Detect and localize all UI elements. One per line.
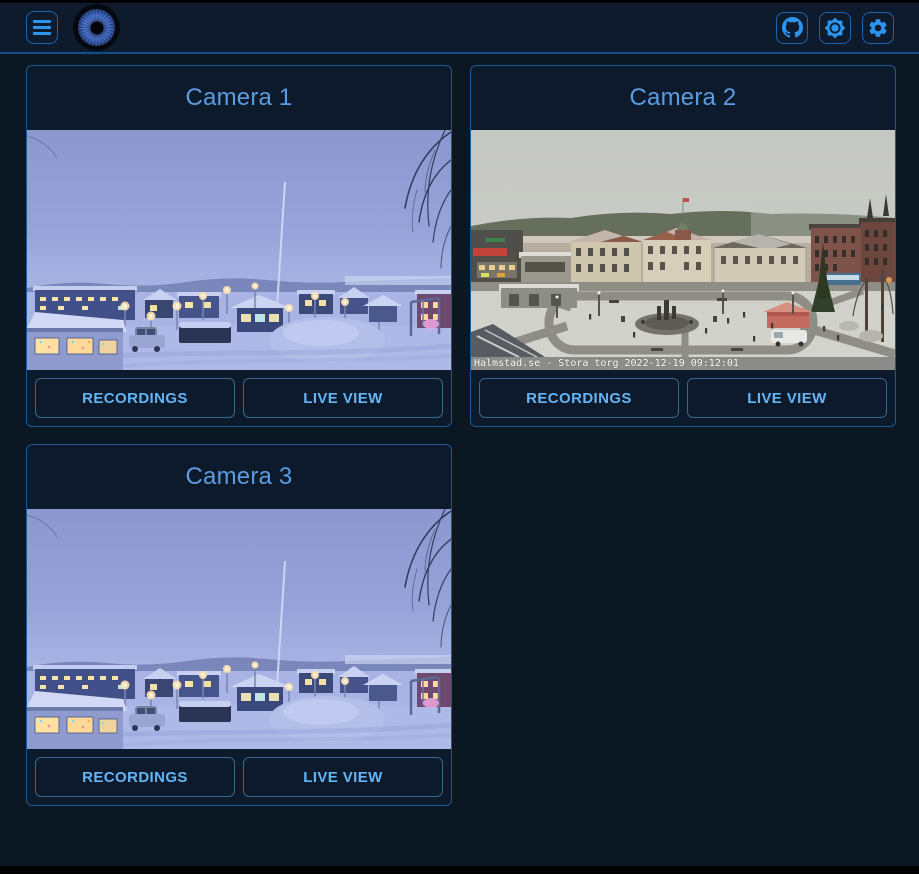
camera-snapshot xyxy=(27,509,451,749)
camera-grid: Camera 1 xyxy=(0,54,919,806)
settings-button[interactable] xyxy=(862,12,894,44)
menu-button[interactable] xyxy=(26,11,58,44)
snowy-village-scene xyxy=(27,509,451,749)
recordings-button[interactable]: RECORDINGS xyxy=(35,378,235,418)
camera-card-actions: RECORDINGS LIVE VIEW xyxy=(27,749,451,805)
camera-card-2: Camera 2 xyxy=(470,65,896,427)
app-bar-actions xyxy=(776,12,894,44)
page: Camera 1 xyxy=(0,3,919,866)
live-view-button[interactable]: LIVE VIEW xyxy=(687,378,887,418)
brightness-icon xyxy=(824,17,846,39)
recordings-button[interactable]: RECORDINGS xyxy=(479,378,679,418)
camera-card-3: Camera 3 xyxy=(26,444,452,806)
hamburger-menu-icon xyxy=(33,20,51,23)
camera-title: Camera 3 xyxy=(186,463,293,491)
camera-card-1: Camera 1 xyxy=(26,65,452,427)
camera-card-actions: RECORDINGS LIVE VIEW xyxy=(471,370,895,426)
town-square-scene xyxy=(471,130,895,357)
camera-title: Camera 2 xyxy=(630,84,737,112)
camera-snapshot xyxy=(27,130,451,370)
theme-toggle-button[interactable] xyxy=(819,12,851,44)
camera-card-actions: RECORDINGS LIVE VIEW xyxy=(27,370,451,426)
gear-icon xyxy=(867,17,889,39)
live-view-button[interactable]: LIVE VIEW xyxy=(243,378,443,418)
recordings-button[interactable]: RECORDINGS xyxy=(35,757,235,797)
camera-card-header: Camera 2 xyxy=(471,66,895,130)
camera-snapshot: Halmstad.se - Stora torg 2022-12-19 09:1… xyxy=(471,130,895,370)
snowy-village-scene xyxy=(27,130,451,370)
eye-logo-icon xyxy=(75,6,118,49)
camera-title: Camera 1 xyxy=(186,84,293,112)
live-view-button[interactable]: LIVE VIEW xyxy=(243,757,443,797)
camera-card-header: Camera 1 xyxy=(27,66,451,130)
camera-card-header: Camera 3 xyxy=(27,445,451,509)
camera-overlay-caption: Halmstad.se - Stora torg 2022-12-19 09:1… xyxy=(471,357,895,370)
github-icon xyxy=(782,17,803,38)
github-button[interactable] xyxy=(776,12,808,44)
app-bar xyxy=(0,3,919,54)
